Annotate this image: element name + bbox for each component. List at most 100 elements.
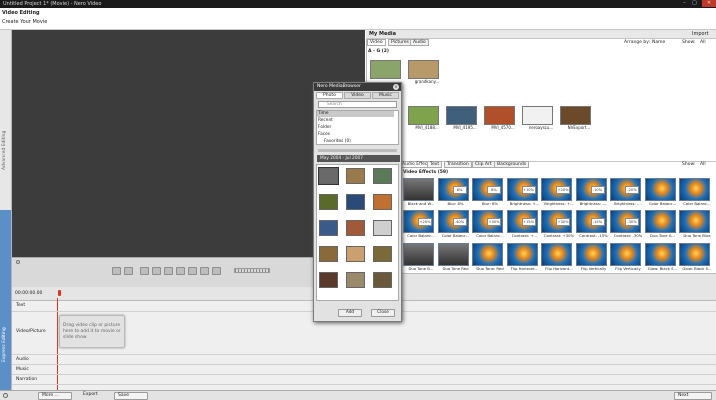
browser-tab-video[interactable]: Video (344, 92, 371, 99)
media-item[interactable]: MVI_4195... (446, 106, 484, 130)
list-item-folder[interactable]: Folder (318, 125, 331, 130)
effect-thumbnail[interactable] (575, 243, 607, 266)
effect-thumbnail[interactable] (403, 178, 434, 201)
effect-item[interactable]: Flip Vertically (610, 243, 646, 271)
play-icon[interactable] (188, 267, 197, 275)
media-thumbnail[interactable] (408, 60, 439, 79)
effect-item[interactable]: Flip Horizont... (541, 243, 577, 271)
effect-item[interactable]: Color Balanc... (644, 178, 681, 206)
view-mode-icon[interactable] (124, 267, 133, 275)
photo-thumbnail[interactable] (373, 194, 392, 210)
minimize-button[interactable]: – (680, 0, 689, 7)
effect-thumbnail[interactable]: +20% (403, 210, 434, 233)
effect-item[interactable]: Color Balanc... (679, 178, 715, 206)
effect-item[interactable]: +20% Brightness: +... (541, 178, 577, 206)
media-thumbnail[interactable] (370, 60, 401, 79)
track-music[interactable]: Music (12, 365, 716, 375)
close-button[interactable]: Close (371, 309, 395, 317)
photo-thumbnail[interactable] (346, 194, 365, 210)
photo-thumbnail[interactable] (318, 167, 339, 185)
effect-thumbnail[interactable] (403, 243, 434, 266)
media-item[interactable]: NVExport... (560, 106, 598, 130)
effect-thumbnail[interactable]: +20% (541, 178, 572, 201)
photo-thumbnail[interactable] (373, 220, 392, 236)
effect-thumbnail[interactable] (541, 243, 572, 266)
photo-thumbnail[interactable] (373, 168, 392, 184)
import-button[interactable]: Import (692, 30, 709, 38)
help-icon[interactable] (3, 393, 8, 398)
stop-icon[interactable] (164, 267, 173, 275)
effect-thumbnail[interactable]: -40% (437, 210, 469, 233)
tab-text[interactable]: Text (427, 161, 443, 168)
tab-pictures[interactable]: Pictures (388, 39, 412, 46)
tab-transition[interactable]: Transition (444, 161, 472, 168)
photo-thumbnail[interactable] (373, 272, 392, 288)
next-button[interactable]: Next (674, 392, 712, 400)
effect-item[interactable]: 8% Blur: 8% (437, 178, 474, 206)
tab-video[interactable]: Video (367, 39, 386, 46)
photo-thumbnail[interactable] (319, 272, 338, 288)
search-input[interactable]: Search (318, 101, 397, 108)
track-narration[interactable]: Narration (12, 375, 716, 385)
photo-thumbnail[interactable] (319, 246, 338, 262)
media-thumbnail[interactable] (408, 106, 439, 125)
grid-icon[interactable] (140, 267, 149, 275)
timeline-slider[interactable] (318, 149, 397, 152)
effect-thumbnail[interactable]: +10% (506, 178, 538, 201)
media-item[interactable]: grandkany... (408, 60, 446, 84)
settings-icon[interactable] (16, 260, 20, 264)
close-window-button[interactable]: ✕ (702, 0, 716, 7)
effect-item[interactable]: Flip Vertically (575, 243, 612, 271)
effect-item[interactable]: Duo Tone Blue (679, 210, 715, 238)
effect-item[interactable]: Duo Tone Red (437, 243, 474, 271)
tab-audio[interactable]: Audio (410, 39, 429, 46)
advanced-editing-tab[interactable]: Advanced Editing (2, 110, 7, 190)
effect-item[interactable]: -20% Brightness: -... (610, 178, 646, 206)
playhead[interactable] (58, 290, 61, 296)
effect-item[interactable]: -10% Brightness: -... (575, 178, 612, 206)
photo-thumbnail[interactable] (373, 246, 392, 262)
effect-item[interactable]: Glow: Black S... (679, 243, 715, 271)
forward-icon[interactable] (200, 267, 209, 275)
effect-thumbnail[interactable]: -30% (610, 210, 641, 233)
effect-thumbnail[interactable]: 8% (437, 178, 469, 201)
effect-thumbnail[interactable] (437, 243, 469, 266)
track-audio[interactable]: Audio (12, 355, 716, 365)
photo-thumbnail[interactable] (346, 168, 365, 184)
next-frame-icon[interactable] (212, 267, 221, 275)
close-icon[interactable]: × (393, 84, 399, 90)
photo-thumbnail[interactable] (346, 246, 365, 262)
effect-item[interactable]: -30% Contrast: -30% (610, 210, 646, 238)
effect-item[interactable]: +30% Contrast: +30% (541, 210, 577, 238)
photo-thumbnail[interactable] (319, 220, 338, 236)
effect-thumbnail[interactable]: 8% (472, 178, 503, 201)
media-item[interactable]: MVI_4570... (484, 106, 522, 130)
arrange-select[interactable]: Name (652, 40, 665, 45)
effect-item[interactable]: Duo Tone: Red (472, 243, 508, 271)
effect-item[interactable]: Flip Horizont... (506, 243, 543, 271)
effect-item[interactable]: +10% Brightness: +... (506, 178, 543, 206)
effect-item[interactable]: -40% Color Balanc... (437, 210, 474, 238)
effect-thumbnail[interactable] (644, 210, 676, 233)
photo-thumbnail[interactable] (319, 194, 338, 210)
media-item[interactable]: MVI_4188... (408, 106, 446, 130)
snapshot-icon[interactable] (112, 267, 121, 275)
media-item[interactable] (370, 60, 408, 79)
express-editing-tab[interactable]: Express Editing (2, 310, 7, 380)
list-item-recent[interactable]: Recent (318, 118, 333, 123)
effect-thumbnail[interactable]: +15% (506, 210, 538, 233)
effect-thumbnail[interactable] (644, 178, 676, 201)
maximize-button[interactable]: ▢ (690, 0, 699, 7)
save-button[interactable]: Save (114, 392, 148, 400)
effect-thumbnail[interactable] (610, 243, 641, 266)
tab-clip-art[interactable]: Clip Art (472, 161, 495, 168)
browser-tab-photo[interactable]: Photo (316, 92, 343, 99)
effect-thumbnail[interactable] (644, 243, 676, 266)
effect-item[interactable]: Duo Tone B... (403, 243, 439, 271)
media-thumbnail[interactable] (484, 106, 515, 125)
effect-item[interactable]: Duo Tone A... (644, 210, 681, 238)
media-thumbnail[interactable] (522, 106, 553, 125)
rewind-icon[interactable] (176, 267, 185, 275)
volume-slider[interactable] (234, 268, 270, 273)
add-button[interactable]: Add (338, 309, 362, 317)
